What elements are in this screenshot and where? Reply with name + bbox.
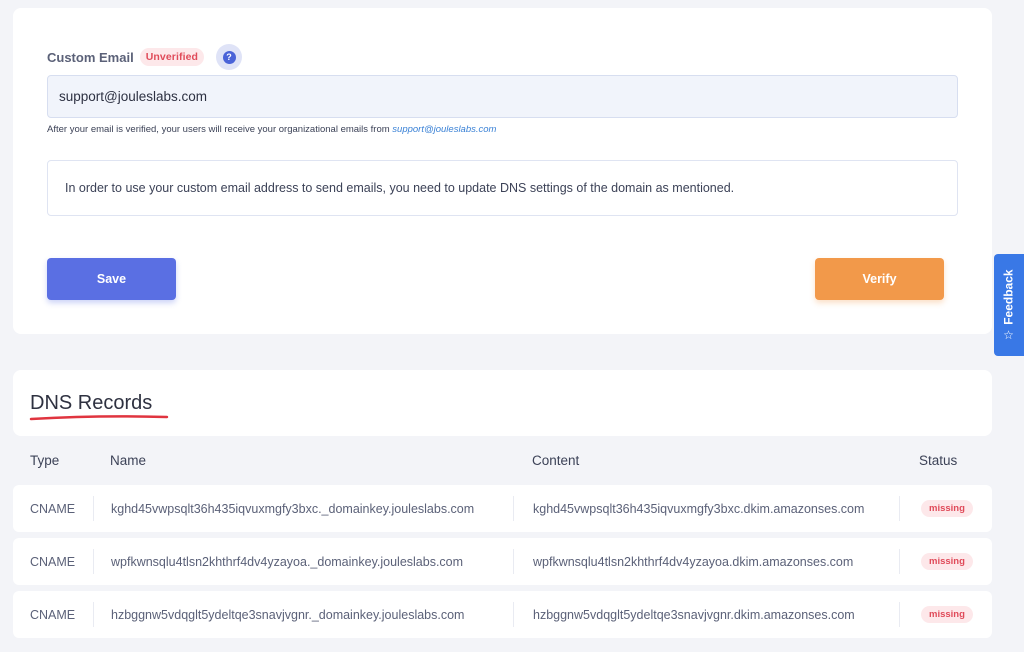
record-status-cell: missing bbox=[899, 549, 992, 574]
status-badge: missing bbox=[921, 500, 973, 517]
record-name: hzbggnw5vdqglt5ydeltqe3snavjvgnr._domain… bbox=[93, 602, 513, 627]
feedback-tab-content: ☆ Feedback bbox=[1002, 269, 1016, 343]
record-type: CNAME bbox=[30, 607, 76, 622]
table-row: CNAME hzbggnw5vdqglt5ydeltqe3snavjvgnr._… bbox=[13, 591, 992, 638]
email-helper-message: After your email is verified, your users… bbox=[47, 124, 390, 135]
unverified-badge: Unverified bbox=[139, 48, 205, 66]
status-badge: missing bbox=[921, 553, 973, 570]
title-underline bbox=[29, 415, 169, 421]
record-name: wpfkwnsqlu4tlsn2khthrf4dv4yzayoa._domain… bbox=[93, 549, 513, 574]
email-helper-link[interactable]: support@jouleslabs.com bbox=[392, 124, 496, 135]
record-name: kghd45vwpsqlt36h435iqvuxmgfy3bxc._domain… bbox=[93, 496, 513, 521]
dns-info-text: In order to use your custom email addres… bbox=[65, 181, 735, 195]
email-helper-text: After your email is verified, your users… bbox=[47, 124, 496, 135]
record-content: kghd45vwpsqlt36h435iqvuxmgfy3bxc.dkim.am… bbox=[513, 496, 899, 521]
feedback-tab[interactable]: ☆ Feedback bbox=[994, 254, 1024, 356]
custom-email-label: Custom Email bbox=[47, 49, 134, 65]
column-header-name: Name bbox=[110, 453, 147, 468]
dns-records-title: DNS Records bbox=[30, 392, 153, 414]
column-header-status: Status bbox=[919, 453, 958, 468]
verify-button[interactable]: Verify bbox=[815, 258, 944, 300]
question-circle-icon: ? bbox=[222, 50, 236, 64]
star-icon: ☆ bbox=[1003, 328, 1015, 343]
column-header-type: Type bbox=[30, 453, 60, 468]
record-content: wpfkwnsqlu4tlsn2khthrf4dv4yzayoa.dkim.am… bbox=[513, 549, 899, 574]
record-content: hzbggnw5vdqglt5ydeltqe3snavjvgnr.dkim.am… bbox=[513, 602, 899, 627]
record-type: CNAME bbox=[30, 554, 76, 569]
record-type: CNAME bbox=[30, 501, 76, 516]
feedback-label: Feedback bbox=[1002, 269, 1016, 325]
dns-records-header-card: DNS Records bbox=[13, 370, 992, 436]
save-button[interactable]: Save bbox=[47, 258, 176, 300]
table-row: CNAME wpfkwnsqlu4tlsn2khthrf4dv4yzayoa._… bbox=[13, 538, 992, 585]
column-header-content: Content bbox=[532, 453, 580, 468]
status-badge: missing bbox=[921, 606, 973, 623]
custom-email-label-row: Custom Email Unverified ? bbox=[47, 44, 243, 70]
custom-email-card: Custom Email Unverified ? After your ema… bbox=[13, 8, 992, 334]
record-status-cell: missing bbox=[899, 602, 992, 627]
help-button[interactable]: ? bbox=[216, 44, 243, 70]
custom-email-input[interactable] bbox=[47, 75, 958, 118]
record-status-cell: missing bbox=[899, 496, 992, 521]
table-row: CNAME kghd45vwpsqlt36h435iqvuxmgfy3bxc._… bbox=[13, 485, 992, 532]
dns-info-box: In order to use your custom email addres… bbox=[47, 160, 958, 216]
